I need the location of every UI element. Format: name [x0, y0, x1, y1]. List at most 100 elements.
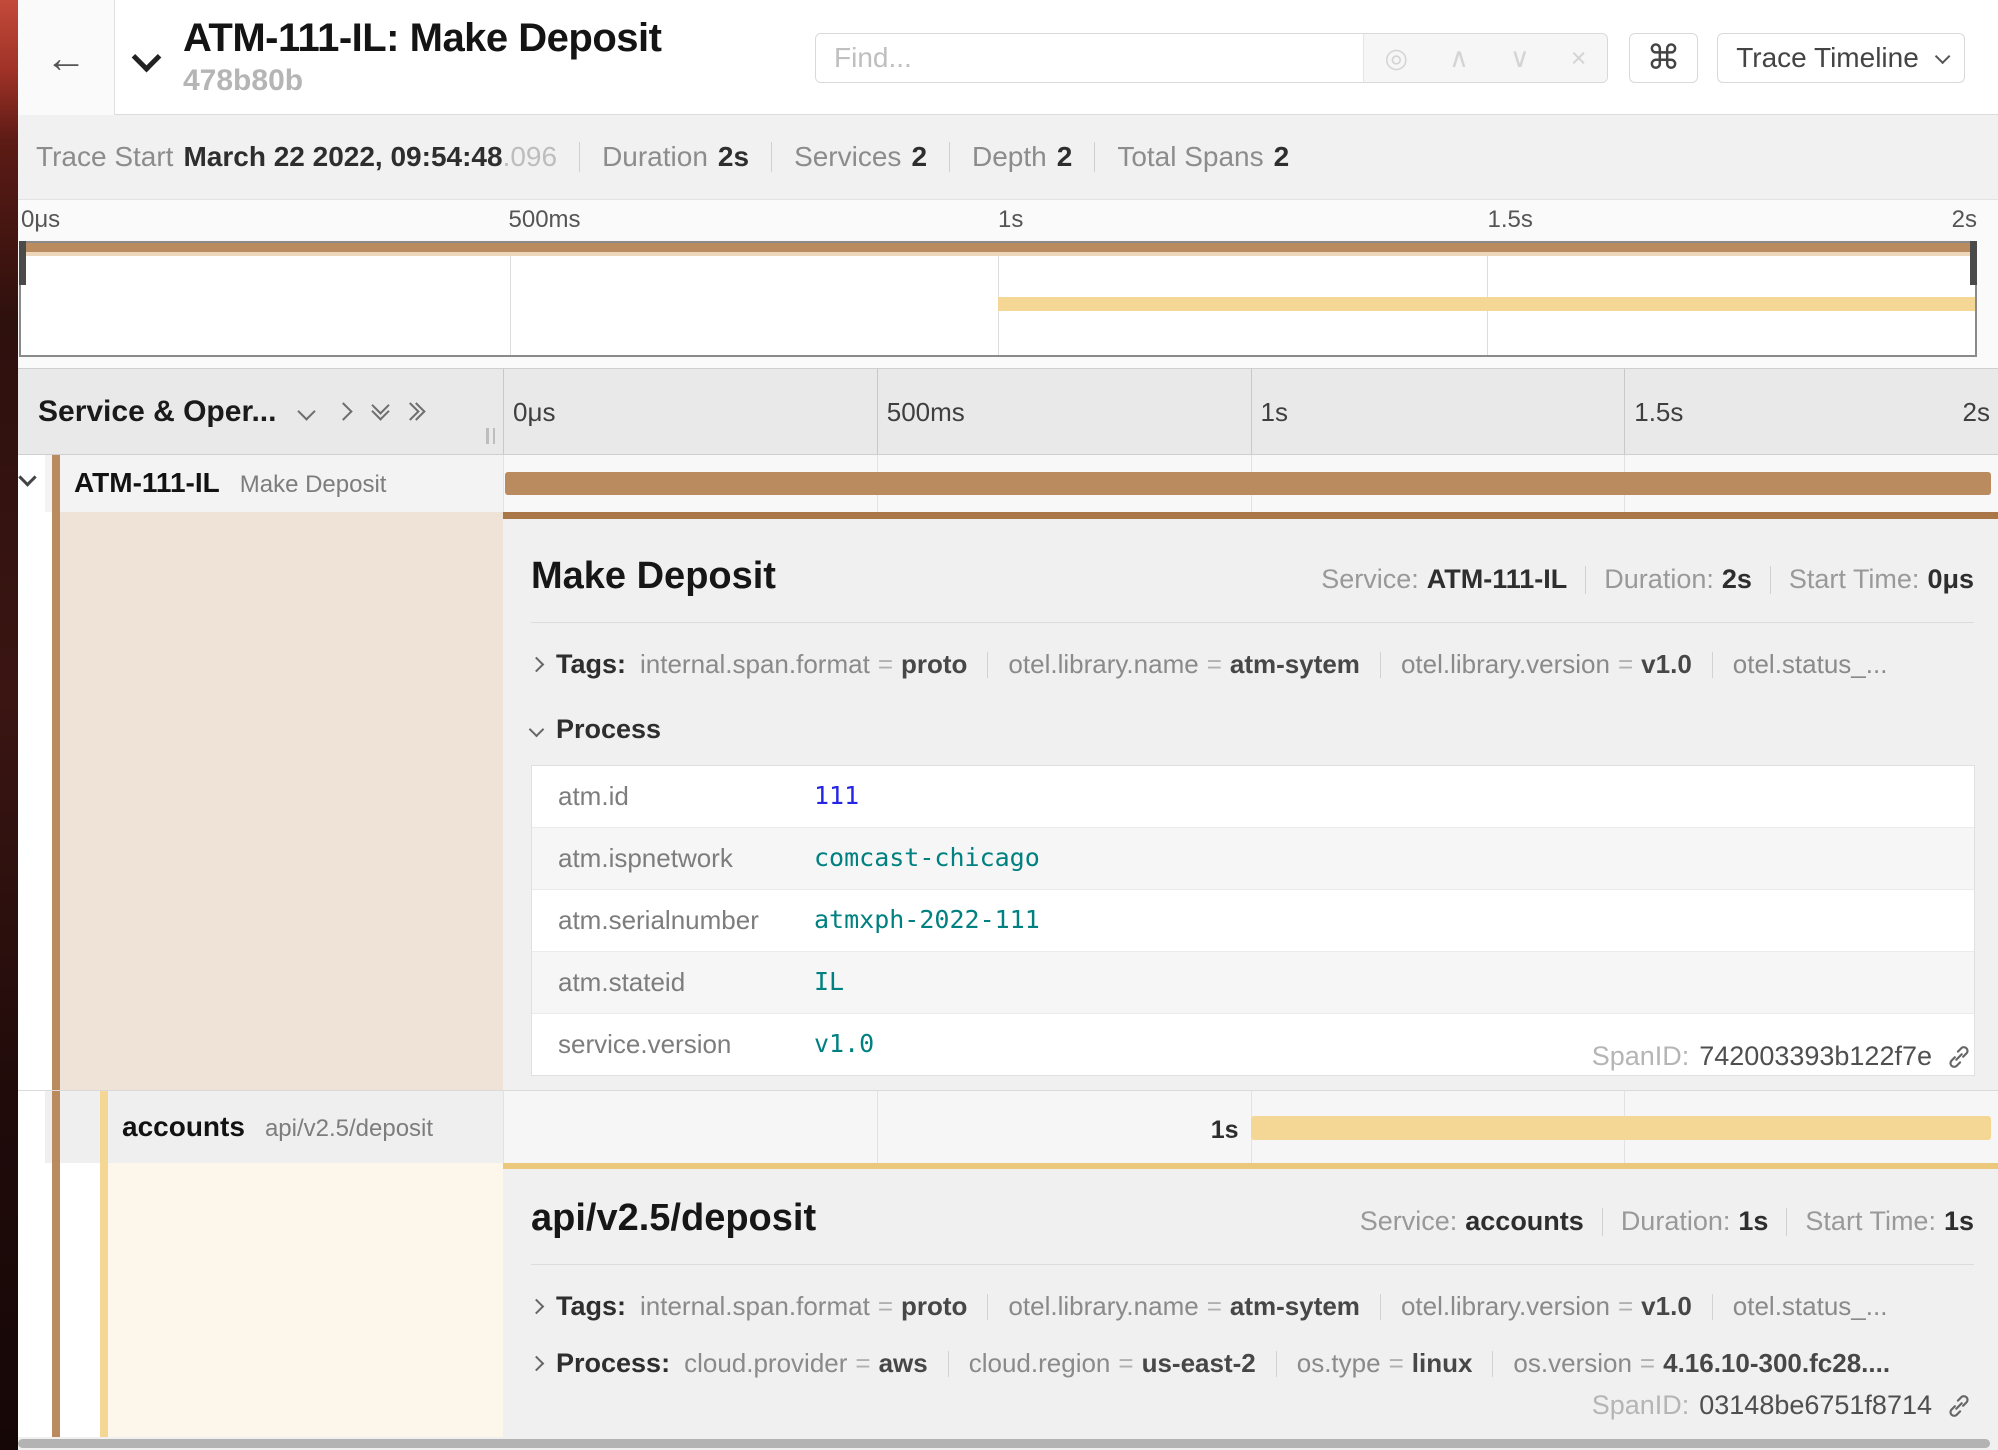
span-bar-atm[interactable] — [505, 472, 1991, 495]
span-detail-accounts-panel: api/v2.5/deposit Service:accounts Durati… — [503, 1163, 1998, 1437]
process-key: service.version — [558, 1029, 814, 1060]
span-row-accounts-gantt[interactable]: 1s — [503, 1091, 1998, 1163]
span-row-atm[interactable]: ATM-111-ILMake Deposit — [18, 455, 1998, 512]
operation-name: api/v2.5/deposit — [265, 1115, 433, 1142]
minimap-span-bar-atm-shadow — [21, 252, 1975, 256]
span-detail-atm-left — [18, 512, 503, 1090]
process-value: comcast-chicago — [814, 843, 1040, 874]
process-value: v1.0 — [814, 1029, 874, 1060]
gantt-gridline — [503, 455, 504, 512]
span-detail-atm: Make Deposit Service:ATM-111-IL Duration… — [18, 512, 1998, 1090]
ruler-tick: 500ms — [887, 397, 965, 428]
command-icon: ⌘ — [1647, 38, 1681, 78]
span-detail-atm-panel: Make Deposit Service:ATM-111-IL Duration… — [503, 512, 1998, 1090]
process-item: cloud.provideraws — [684, 1348, 928, 1379]
trace-start-fraction: .096 — [503, 141, 558, 172]
keyboard-shortcuts-button[interactable]: ⌘ — [1629, 33, 1698, 83]
divider — [1276, 1351, 1277, 1377]
process-section-header[interactable]: Process — [531, 714, 1974, 745]
collapse-one-icon[interactable] — [298, 402, 316, 420]
gantt-gridline — [877, 1091, 878, 1163]
span-bar-accounts[interactable] — [1251, 1116, 1992, 1140]
span-color-strip-atm — [52, 512, 60, 1090]
ruler-gridline — [1251, 369, 1252, 454]
detail-title: Make Deposit — [531, 555, 776, 598]
span-duration-label: 1s — [1211, 1116, 1239, 1145]
link-icon[interactable] — [1946, 1044, 1972, 1070]
spanid-value: 03148be6751f8714 — [1699, 1390, 1932, 1421]
divider — [579, 142, 580, 172]
service-value: ATM-111-IL — [1427, 564, 1568, 595]
trace-summary-bar: Trace Start March 22 2022, 09:54:48.096 … — [18, 115, 1998, 200]
trace-start-label: Trace Start — [36, 141, 173, 173]
table-row: atm.ispnetwork comcast-chicago — [532, 827, 1974, 889]
process-row[interactable]: Process: cloud.provideraws cloud.regionu… — [531, 1348, 1974, 1379]
minimap-viewport[interactable] — [19, 241, 1977, 357]
duration-value: 1s — [1738, 1206, 1768, 1237]
ruler-gridline — [877, 369, 878, 454]
tags-row[interactable]: Tags: internal.span.formatproto otel.lib… — [531, 1291, 1974, 1322]
tag-item: otel.library.versionv1.0 — [1401, 649, 1692, 680]
span-row-accounts[interactable]: accountsapi/v2.5/deposit 1s — [18, 1090, 1998, 1163]
duration-label: Duration — [602, 141, 708, 173]
expand-one-icon[interactable] — [335, 402, 353, 420]
span-row-accounts-label[interactable]: accountsapi/v2.5/deposit — [18, 1091, 503, 1163]
operation-name: Make Deposit — [240, 471, 387, 498]
collapse-all-icon[interactable] — [374, 406, 387, 418]
tags-row[interactable]: Tags: internal.span.formatproto otel.lib… — [531, 649, 1974, 680]
chevron-down-icon[interactable] — [132, 43, 162, 73]
span-detail-accounts: api/v2.5/deposit Service:accounts Durati… — [18, 1163, 1998, 1437]
span-row-atm-gantt[interactable] — [503, 455, 1998, 512]
locate-icon[interactable]: ◎ — [1385, 43, 1409, 74]
expand-all-icon[interactable] — [411, 405, 423, 418]
divider — [987, 652, 988, 678]
find-input[interactable] — [816, 34, 1363, 82]
timeline-header-row: Service & Oper... 0μs 500ms 1s 1.5s 2s — [18, 368, 1998, 455]
span-color-strip-accounts — [100, 1091, 108, 1163]
service-name: accountsapi/v2.5/deposit — [122, 1111, 433, 1143]
process-label: Process — [556, 714, 661, 745]
horizontal-scrollbar[interactable] — [18, 1437, 1998, 1450]
process-key: atm.id — [558, 781, 814, 812]
duration-label: Duration: — [1604, 564, 1714, 595]
divider — [1786, 1208, 1787, 1236]
depth-label: Depth — [972, 141, 1047, 173]
service-name: ATM-111-ILMake Deposit — [74, 467, 386, 499]
spanid-label: SpanID: — [1592, 1390, 1690, 1421]
detail-title-row: api/v2.5/deposit Service:accounts Durati… — [531, 1169, 1974, 1240]
ruler-tick: 1s — [1261, 397, 1288, 428]
minimap-span-bar-accounts — [998, 297, 1975, 311]
table-row: atm.stateid IL — [532, 951, 1974, 1013]
span-color-strip-accounts — [100, 1163, 108, 1437]
process-label: Process: — [556, 1348, 670, 1379]
minimap-tick: 2s — [1952, 206, 1977, 234]
span-collapse-icon[interactable] — [18, 468, 36, 486]
tag-item: otel.library.versionv1.0 — [1401, 1291, 1692, 1322]
find-prev-icon[interactable]: ∧ — [1449, 43, 1469, 74]
back-button[interactable]: ← — [18, 0, 115, 115]
depth-value: 2 — [1057, 141, 1073, 173]
process-value: IL — [814, 967, 844, 998]
jaeger-trace-page: ← ATM-111-IL: Make Deposit 478b80b ◎ ∧ ∨… — [0, 0, 1998, 1450]
process-item: cloud.regionus-east-2 — [969, 1348, 1256, 1379]
link-icon[interactable] — [1946, 1393, 1972, 1419]
chevron-down-icon — [529, 722, 545, 738]
spanid-label: SpanID: — [1592, 1041, 1690, 1072]
minimap-right-drag-handle[interactable] — [1970, 241, 1977, 285]
service-label: Service: — [1360, 1206, 1458, 1237]
minimap-ruler: 0μs 500ms 1s 1.5s 2s — [19, 206, 1977, 240]
divider — [531, 622, 1974, 623]
duration-label: Duration: — [1621, 1206, 1731, 1237]
gantt-gridline — [503, 1091, 504, 1163]
trace-start-value: March 22 2022, 09:54:48.096 — [183, 141, 557, 173]
table-row: atm.id 111 — [532, 766, 1974, 827]
view-selector-dropdown[interactable]: Trace Timeline — [1717, 33, 1965, 83]
minimap-left-drag-handle[interactable] — [19, 241, 26, 285]
process-item: os.typelinux — [1297, 1348, 1473, 1379]
find-clear-icon[interactable]: × — [1571, 43, 1587, 74]
column-resizer-grip[interactable] — [486, 428, 495, 444]
span-row-atm-label[interactable]: ATM-111-ILMake Deposit — [18, 455, 503, 512]
find-next-icon[interactable]: ∨ — [1510, 43, 1530, 74]
scrollbar-thumb[interactable] — [18, 1439, 1990, 1448]
start-time-value: 0μs — [1927, 564, 1974, 595]
